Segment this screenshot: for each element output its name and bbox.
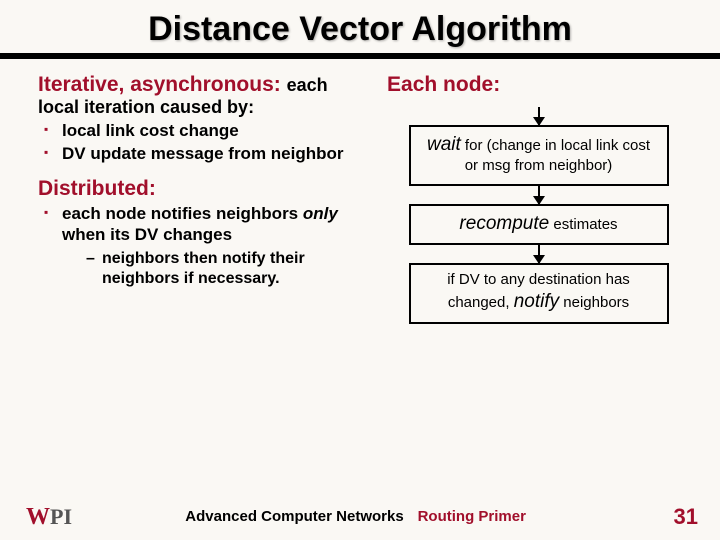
each-node-heading: Each node:: [387, 73, 690, 97]
bullet-text-lead: each node notifies neighbors: [62, 204, 303, 223]
bullet-text-tail: when its DV changes: [62, 225, 232, 244]
arrow-icon: [538, 245, 540, 263]
recompute-keyword: recompute: [459, 213, 549, 234]
svg-text:W: W: [26, 504, 50, 530]
list-item: each node notifies neighbors only when i…: [44, 203, 367, 290]
page-number: 31: [674, 504, 698, 530]
slide-title: Distance Vector Algorithm: [0, 0, 720, 53]
distributed-bullets: each node notifies neighbors only when i…: [38, 203, 367, 290]
wait-keyword: wait: [427, 134, 461, 155]
list-item: local link cost change: [44, 120, 367, 141]
flow-box-recompute: recompute estimates: [409, 204, 669, 246]
flowchart: wait for (change in local link cost or m…: [387, 107, 690, 324]
sub-bullets: neighbors then notify their neighbors if…: [62, 249, 367, 289]
left-column: Iterative, asynchronous: each local iter…: [38, 73, 377, 324]
notify-tail: neighbors: [559, 294, 629, 311]
list-item: DV update message from neighbor: [44, 143, 367, 164]
iterative-term: Iterative, asynchronous:: [38, 73, 287, 96]
arrow-icon: [538, 186, 540, 204]
wpi-logo: W PI: [26, 502, 82, 530]
bullet-text-italic: only: [303, 204, 338, 223]
wpi-logo-icon: W PI: [26, 502, 82, 530]
footer-course: Advanced Computer Networks: [185, 508, 403, 525]
iterative-heading: Iterative, asynchronous: each local iter…: [38, 73, 367, 118]
iterative-bullets: local link cost change DV update message…: [38, 120, 367, 165]
notify-keyword: notify: [514, 291, 559, 312]
arrow-icon: [538, 107, 540, 125]
distributed-term: Distributed:: [38, 177, 367, 201]
footer: W PI Advanced Computer Networks Routing …: [0, 502, 720, 530]
title-underline: [0, 53, 720, 59]
sub-list-item: neighbors then notify their neighbors if…: [86, 249, 367, 289]
right-column: Each node: wait for (change in local lin…: [377, 73, 690, 324]
flow-box-notify: if DV to any destination has changed, no…: [409, 263, 669, 324]
content-area: Iterative, asynchronous: each local iter…: [0, 73, 720, 324]
footer-topic: Routing Primer: [418, 508, 526, 525]
wait-text: for (change in local link cost or msg fr…: [461, 137, 650, 174]
svg-text:PI: PI: [50, 504, 72, 529]
flow-box-wait: wait for (change in local link cost or m…: [409, 125, 669, 186]
recompute-text: estimates: [549, 216, 617, 233]
